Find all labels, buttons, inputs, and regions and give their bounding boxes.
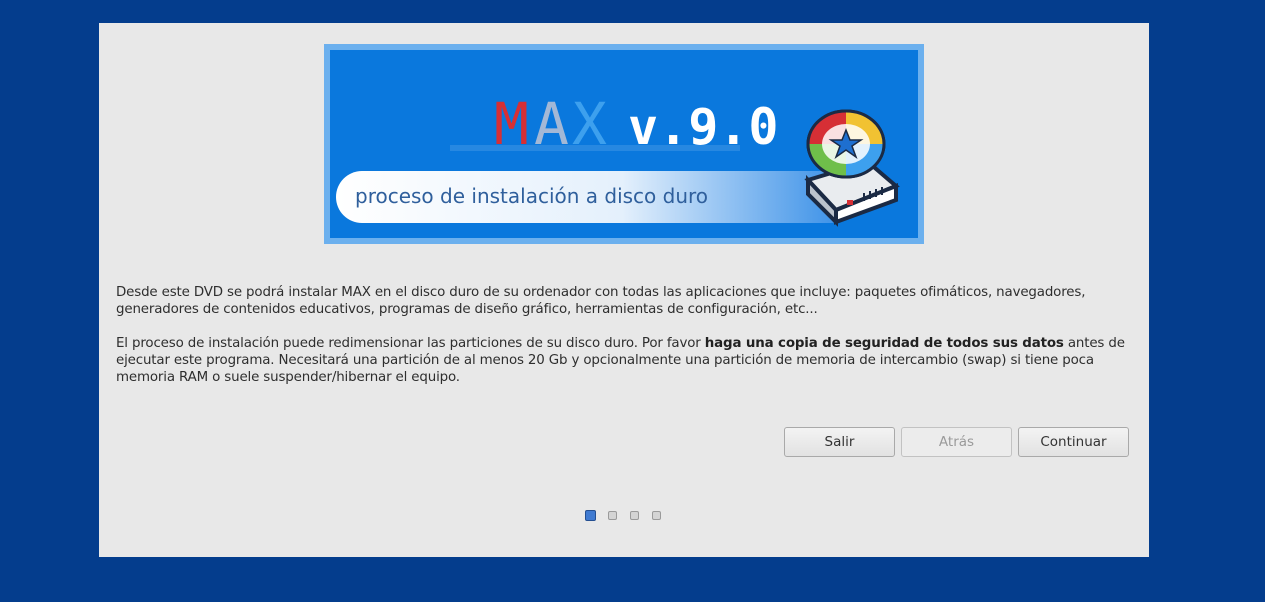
quit-button[interactable]: Salir xyxy=(784,427,895,457)
page-dot-3[interactable] xyxy=(630,511,639,520)
continue-button[interactable]: Continuar xyxy=(1018,427,1129,457)
intro-paragraph-1: Desde este DVD se podrá instalar MAX en … xyxy=(116,285,1086,317)
page-dot-2[interactable] xyxy=(608,511,617,520)
banner-graphic: M A X v.9.0 M A X v.9.0 proceso de insta… xyxy=(336,90,900,234)
backup-warning: haga una copia de seguridad de todos sus… xyxy=(704,336,1064,351)
intro-paragraph-2-start: El proceso de instalación puede redimens… xyxy=(116,336,705,351)
banner-subtitle: proceso de instalación a disco duro xyxy=(355,184,708,208)
hard-disk-icon xyxy=(804,109,900,227)
installer-window: M A X v.9.0 M A X v.9.0 proceso de insta… xyxy=(99,23,1149,557)
page-dot-4[interactable] xyxy=(652,511,661,520)
intro-paragraph-2: El proceso de instalación puede redimens… xyxy=(116,335,1136,386)
back-button[interactable]: Atrás xyxy=(901,427,1012,457)
logo-letter-a: A xyxy=(534,90,569,158)
page-dot-1[interactable] xyxy=(585,510,596,521)
version-label: v.9.0 xyxy=(628,98,779,156)
logo-letter-x: X xyxy=(572,90,607,158)
logo-letter-m: M xyxy=(494,90,529,158)
max-banner: M A X v.9.0 M A X v.9.0 proceso de insta… xyxy=(324,44,924,244)
